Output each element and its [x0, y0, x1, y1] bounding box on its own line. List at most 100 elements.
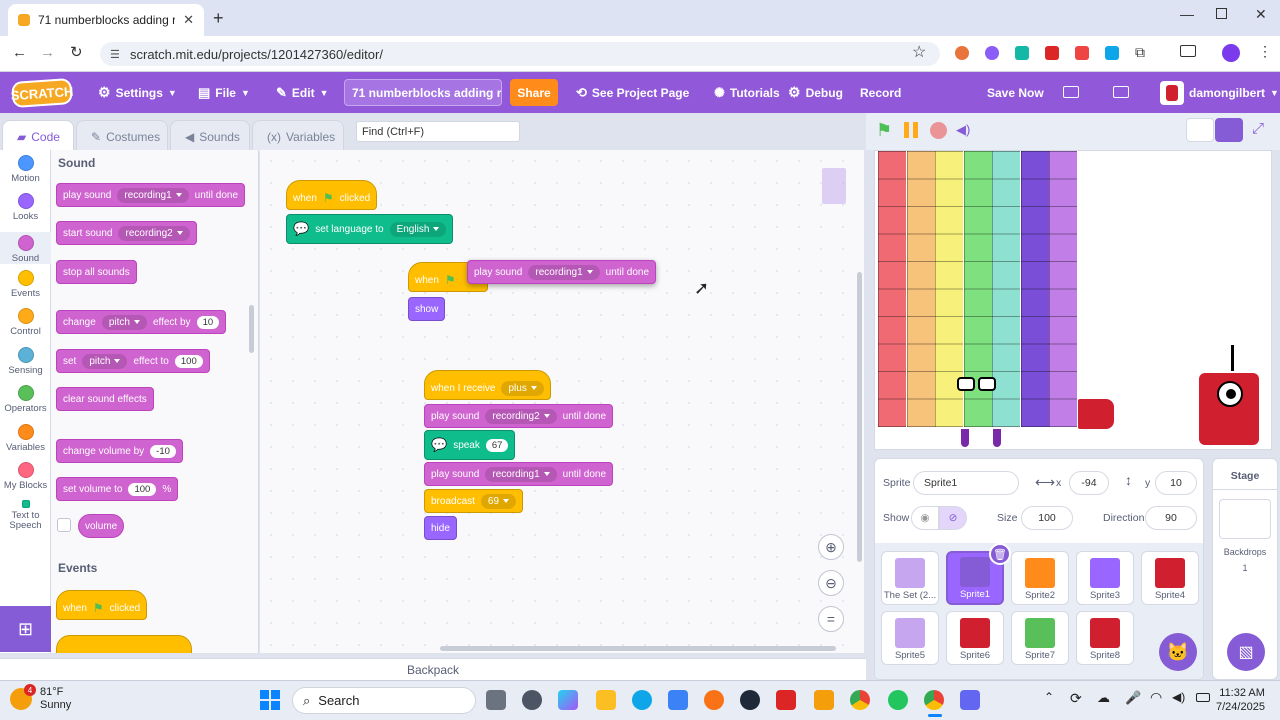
hide-button[interactable]: ⊘	[939, 506, 967, 530]
category-variables[interactable]: Variables	[0, 424, 51, 453]
messages-icon[interactable]	[1063, 86, 1079, 98]
extension-icon-6[interactable]	[1105, 46, 1119, 60]
store-icon[interactable]	[668, 690, 688, 710]
share-button[interactable]: Share	[510, 79, 558, 106]
settings-menu[interactable]: ⚙ Settings ▼	[98, 72, 177, 113]
zoom-out-button[interactable]: ⊖	[818, 570, 844, 596]
volume-checkbox[interactable]	[57, 518, 71, 532]
palette-scrollbar[interactable]	[249, 305, 254, 353]
number-input[interactable]: -10	[150, 444, 176, 458]
backpack[interactable]: Backpack	[0, 658, 866, 680]
sprite-thumbnail[interactable]: Sprite8	[1076, 611, 1134, 665]
tray-cloud-icon[interactable]: ☁	[1097, 690, 1110, 706]
debug-button[interactable]: ⚙ Debug	[788, 72, 843, 113]
category-my-blocks[interactable]: My Blocks	[0, 462, 51, 491]
restore-icon[interactable]	[1216, 8, 1227, 19]
task-view-icon[interactable]	[486, 690, 506, 710]
tab-costumes[interactable]: ✎ Costumes	[76, 120, 168, 152]
script-hide[interactable]: hide	[424, 516, 457, 540]
tray-sync-icon[interactable]: ⟳	[1070, 690, 1082, 707]
script-play-sound-recording1[interactable]: play sound recording1 until done	[424, 462, 614, 486]
tab-sounds[interactable]: ◀ Sounds	[170, 120, 250, 152]
file-explorer-icon[interactable]	[596, 690, 616, 710]
sound-dropdown[interactable]: recording1	[117, 187, 189, 203]
sprite-thumbnail[interactable]: The Set (2...	[881, 551, 939, 605]
zoom-reset-button[interactable]: =	[818, 606, 844, 632]
maps-icon[interactable]	[888, 690, 908, 710]
extensions-puzzle-icon[interactable]: ⧉	[1135, 44, 1145, 61]
palette-play-sound-until-done[interactable]: play sound recording1 until done	[56, 183, 246, 207]
save-now-button[interactable]: Save Now	[987, 72, 1044, 113]
tab-variables[interactable]: (x) Variables	[252, 120, 344, 152]
stage-selector-panel[interactable]: Stage Backdrops 1 ▧	[1212, 458, 1278, 680]
script-show[interactable]: show	[408, 297, 446, 321]
pause-button[interactable]	[904, 122, 918, 138]
category-control[interactable]: Control	[0, 308, 51, 337]
number-input[interactable]: 100	[128, 482, 157, 496]
chrome-active-icon[interactable]	[924, 690, 944, 710]
palette-volume-reporter[interactable]: volume	[78, 514, 125, 538]
file-menu[interactable]: ▤ File ▼	[198, 72, 250, 113]
message-dropdown[interactable]: 69	[480, 493, 517, 509]
category-sound[interactable]: Sound	[0, 232, 51, 264]
show-visible-button[interactable]: ◉	[911, 506, 939, 530]
palette-next-event-block[interactable]	[56, 635, 192, 653]
snipping-tool-icon[interactable]	[960, 690, 980, 710]
minimize-icon[interactable]: —	[1180, 6, 1194, 22]
speaker-volume-icon[interactable]: ◀)	[1172, 690, 1185, 704]
sprite-thumbnail[interactable]: Sprite3	[1076, 551, 1134, 605]
number-input[interactable]: 100	[174, 354, 203, 368]
sprite-thumbnail[interactable]: Sprite2	[1011, 551, 1069, 605]
green-flag-button[interactable]: ⚑	[876, 120, 892, 141]
volume-icon[interactable]: ◀)	[956, 122, 970, 138]
tutorials-button[interactable]: ✺ Tutorials	[714, 72, 780, 113]
script-broadcast[interactable]: broadcast 69	[424, 489, 524, 513]
battery-icon[interactable]	[1196, 693, 1210, 702]
y-input[interactable]: 10	[1155, 471, 1197, 495]
palette-when-flag-clicked[interactable]: when ⚑ clicked	[56, 590, 148, 620]
delete-sprite-icon[interactable]: 🗑	[989, 543, 1011, 565]
extension-icon-1[interactable]	[955, 46, 969, 60]
language-dropdown[interactable]: English	[389, 221, 447, 237]
edge-icon[interactable]	[632, 690, 652, 710]
reload-icon[interactable]: ↻	[70, 43, 83, 61]
new-tab-icon[interactable]: +	[213, 8, 224, 29]
x-input[interactable]: -94	[1069, 471, 1109, 495]
media-icon[interactable]	[1180, 45, 1196, 57]
taskbar-search[interactable]: ⌕ Search	[292, 687, 476, 714]
palette-change-pitch-effect[interactable]: change pitch effect by 10	[56, 310, 227, 334]
zoom-in-button[interactable]: ⊕	[818, 534, 844, 560]
sound-dropdown[interactable]: recording1	[528, 264, 600, 280]
script-play-sound-recording2[interactable]: play sound recording2 until done	[424, 404, 614, 428]
script-when-flag-clicked[interactable]: when ⚑ clicked	[286, 180, 378, 210]
copilot-icon[interactable]	[558, 690, 578, 710]
script-speak[interactable]: 💬 speak 67	[424, 430, 516, 460]
sprite-thumbnail[interactable]: Sprite7	[1011, 611, 1069, 665]
profile-avatar-icon[interactable]	[1222, 44, 1240, 62]
find-input[interactable]: Find (Ctrl+F)	[356, 121, 520, 142]
sound-dropdown[interactable]: recording2	[485, 408, 557, 424]
effect-dropdown[interactable]: pitch	[82, 353, 128, 369]
clock[interactable]: 11:32 AM 7/24/2025	[1216, 686, 1265, 714]
media-player-icon[interactable]	[740, 690, 760, 710]
category-events[interactable]: Events	[0, 270, 51, 299]
sprite-thumbnail[interactable]: Sprite6	[946, 611, 1004, 665]
category-looks[interactable]: Looks	[0, 193, 51, 222]
size-input[interactable]: 100	[1021, 506, 1073, 530]
palette-set-volume[interactable]: set volume to 100 %	[56, 477, 179, 501]
fullscreen-icon[interactable]: ⤢	[1252, 120, 1264, 137]
settings-app-icon[interactable]	[522, 690, 542, 710]
edit-menu[interactable]: ✎ Edit ▼	[276, 72, 329, 113]
code-workspace[interactable]: when ⚑ clicked 💬 set language to English…	[260, 150, 864, 653]
palette-change-volume[interactable]: change volume by -10	[56, 439, 183, 463]
effect-dropdown[interactable]: pitch	[101, 314, 147, 330]
workspace-vertical-scrollbar[interactable]	[857, 272, 862, 562]
youtube-icon[interactable]	[776, 690, 796, 710]
sound-dropdown[interactable]: recording2	[118, 225, 190, 241]
palette-set-pitch-effect[interactable]: set pitch effect to 100	[56, 349, 210, 373]
speak-input[interactable]: 67	[485, 438, 509, 452]
sprite-name-input[interactable]: Sprite1	[913, 471, 1019, 495]
extension-icon-4[interactable]	[1045, 46, 1059, 60]
script-set-language[interactable]: 💬 set language to English	[286, 214, 454, 244]
number-input[interactable]: 10	[196, 315, 220, 329]
